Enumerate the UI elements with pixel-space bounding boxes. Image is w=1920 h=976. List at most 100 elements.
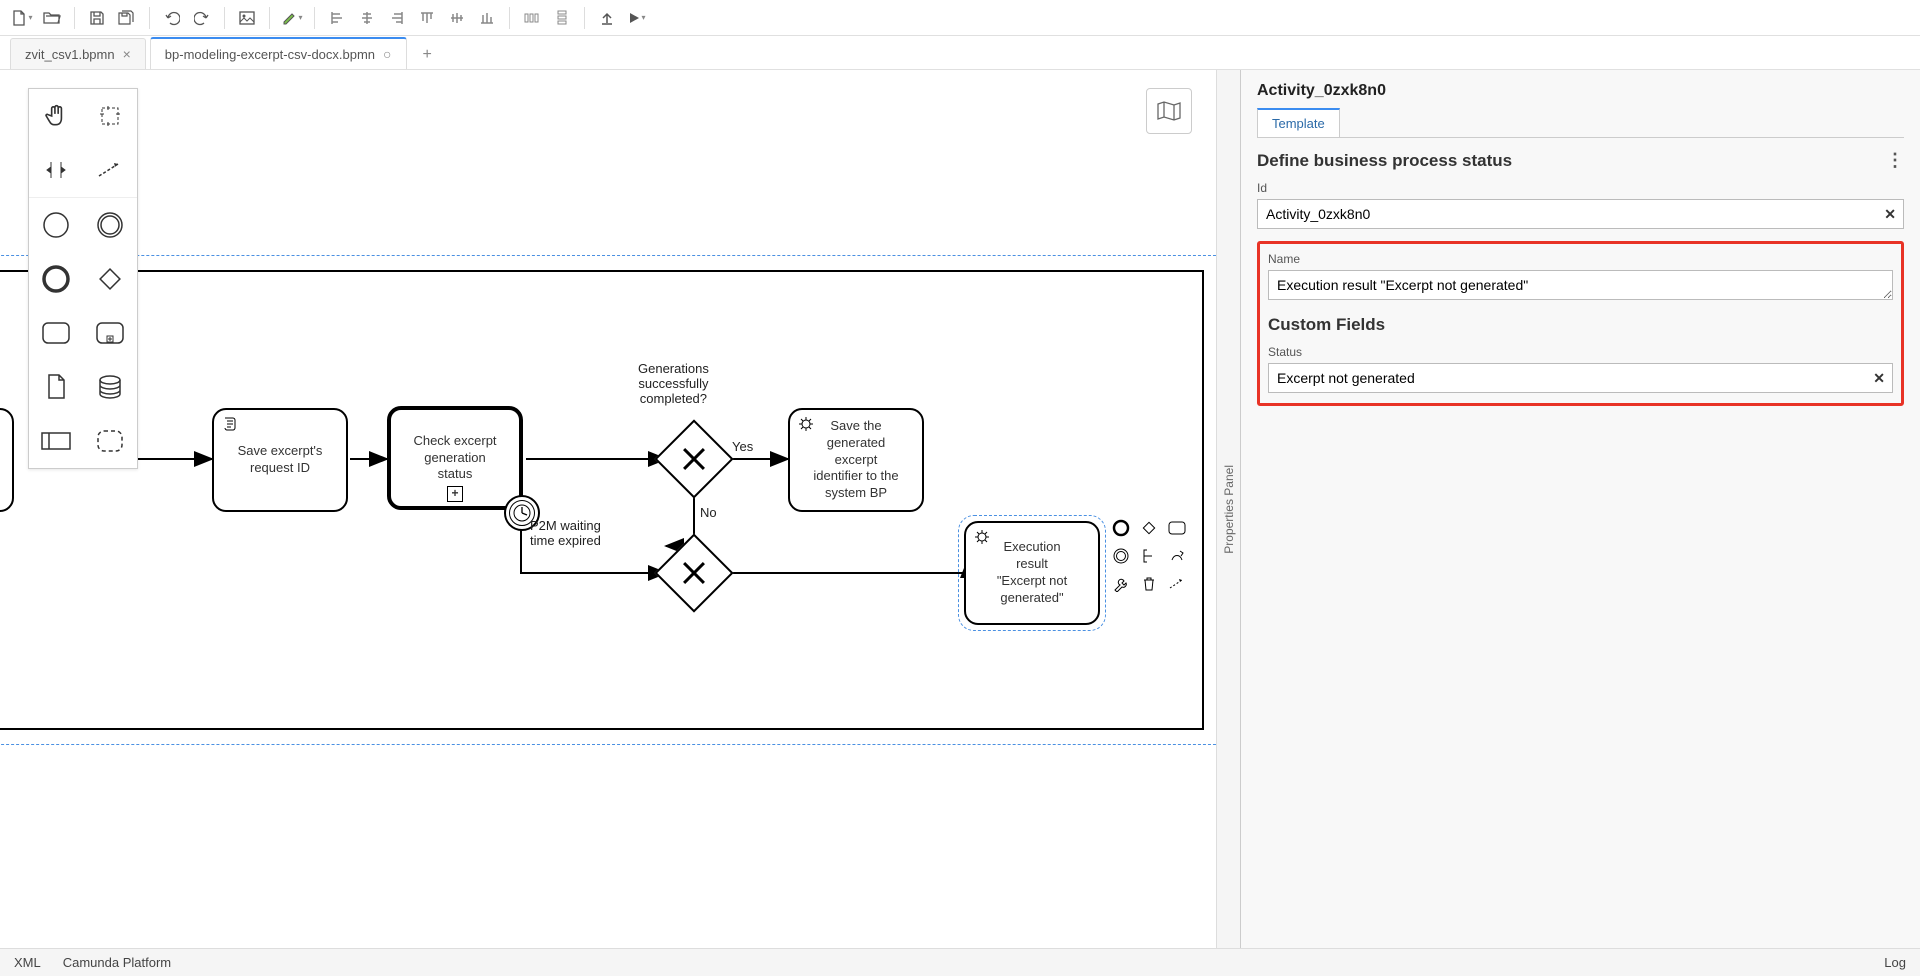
- context-pad: [1110, 517, 1192, 595]
- task-tool[interactable]: [29, 306, 83, 360]
- separator: [74, 7, 75, 29]
- clear-id-icon[interactable]: ✕: [1884, 206, 1896, 223]
- align-top-button[interactable]: [413, 4, 441, 32]
- data-object-tool[interactable]: [29, 360, 83, 414]
- save-button[interactable]: [83, 4, 111, 32]
- wrench-icon[interactable]: [1110, 573, 1132, 595]
- timer-label: P2M waiting time expired: [530, 518, 601, 548]
- name-label: Name: [1268, 252, 1893, 266]
- subprocess-tool[interactable]: [83, 306, 137, 360]
- separator: [584, 7, 585, 29]
- file-tab-2[interactable]: bp-modeling-excerpt-csv-docx.bpmn ○: [150, 37, 407, 69]
- append-gateway-icon[interactable]: [1138, 517, 1160, 539]
- task-execution-result-selected[interactable]: Execution result "Excerpt not generated": [964, 521, 1100, 625]
- distribute-v-button[interactable]: [548, 4, 576, 32]
- add-tab-button[interactable]: +: [411, 41, 444, 69]
- highlighted-section: Name Custom Fields Status ✕: [1257, 241, 1904, 406]
- properties-panel: Activity_0zxk8n0 Template Define busines…: [1240, 70, 1920, 948]
- distribute-h-button[interactable]: [518, 4, 546, 32]
- align-center-h-button[interactable]: [353, 4, 381, 32]
- toggle-label: Properties Panel: [1222, 465, 1236, 554]
- hand-tool[interactable]: [29, 89, 83, 143]
- id-input[interactable]: [1257, 199, 1904, 229]
- open-file-button[interactable]: [38, 4, 66, 32]
- undo-button[interactable]: [158, 4, 186, 32]
- align-right-button[interactable]: [383, 4, 411, 32]
- task-save-request-id[interactable]: Save excerpt's request ID: [212, 408, 348, 512]
- service-icon: [798, 416, 814, 437]
- diagram: Save excerpt's request ID Check excerpt …: [0, 255, 1216, 735]
- align-center-v-button[interactable]: [443, 4, 471, 32]
- deploy-button[interactable]: [593, 4, 621, 32]
- template-tab[interactable]: Template: [1257, 108, 1340, 137]
- separator: [224, 7, 225, 29]
- file-tabstrip: zvit_csv1.bpmn × bp-modeling-excerpt-csv…: [0, 36, 1920, 70]
- diagram-canvas[interactable]: Save excerpt's request ID Check excerpt …: [0, 70, 1216, 948]
- separator: [269, 7, 270, 29]
- name-input[interactable]: [1268, 270, 1893, 300]
- group-menu-icon[interactable]: ⋮: [1886, 150, 1904, 171]
- status-input[interactable]: [1268, 363, 1893, 393]
- task-save-generated-id[interactable]: Save the generated excerpt identifier to…: [788, 408, 924, 512]
- task-label: Save the generated excerpt identifier to…: [813, 418, 898, 502]
- append-end-event-icon[interactable]: [1110, 517, 1132, 539]
- delete-icon[interactable]: [1138, 573, 1160, 595]
- yes-label: Yes: [732, 439, 753, 454]
- new-file-button[interactable]: ▾: [8, 4, 36, 32]
- annotation-icon[interactable]: [1138, 545, 1160, 567]
- task-label: Save excerpt's request ID: [238, 443, 323, 477]
- dirty-indicator-icon: ○: [383, 46, 391, 62]
- save-all-button[interactable]: [113, 4, 141, 32]
- pool[interactable]: [0, 270, 1204, 730]
- color-button[interactable]: ▾: [278, 4, 306, 32]
- redo-button[interactable]: [188, 4, 216, 32]
- service-icon: [974, 529, 990, 550]
- task-label: Check excerpt generation status: [413, 433, 496, 484]
- file-tab-1[interactable]: zvit_csv1.bpmn ×: [10, 38, 146, 69]
- expand-marker-icon: +: [447, 486, 463, 502]
- minimap-toggle[interactable]: [1146, 88, 1192, 134]
- run-button[interactable]: ▾: [623, 4, 651, 32]
- status-xml[interactable]: XML: [14, 955, 41, 970]
- separator: [509, 7, 510, 29]
- gateway-tool[interactable]: [83, 252, 137, 306]
- gateway-question-label: Generations successfully completed?: [638, 361, 709, 406]
- append-intermediate-event-icon[interactable]: [1110, 545, 1132, 567]
- align-bottom-button[interactable]: [473, 4, 501, 32]
- connect-icon[interactable]: [1166, 573, 1188, 595]
- status-platform[interactable]: Camunda Platform: [63, 955, 171, 970]
- connect-tool[interactable]: [83, 143, 137, 197]
- tab-label: bp-modeling-excerpt-csv-docx.bpmn: [165, 47, 375, 62]
- group-tool[interactable]: [83, 414, 137, 468]
- append-task-icon[interactable]: [1166, 517, 1188, 539]
- element-palette: [28, 88, 138, 469]
- status-log[interactable]: Log: [1884, 955, 1906, 970]
- task-check-generation-status[interactable]: Check excerpt generation status +: [387, 406, 523, 510]
- tab-label: zvit_csv1.bpmn: [25, 47, 115, 62]
- space-tool[interactable]: [29, 143, 83, 197]
- separator: [149, 7, 150, 29]
- close-icon[interactable]: ×: [123, 46, 131, 62]
- align-left-button[interactable]: [323, 4, 351, 32]
- separator: [314, 7, 315, 29]
- end-event-tool[interactable]: [29, 252, 83, 306]
- properties-panel-toggle[interactable]: Properties Panel: [1216, 70, 1240, 948]
- pool-tool[interactable]: [29, 414, 83, 468]
- task-offscreen[interactable]: [0, 408, 14, 512]
- start-event-tool[interactable]: [29, 198, 83, 252]
- image-button[interactable]: [233, 4, 261, 32]
- main-area: Save excerpt's request ID Check excerpt …: [0, 70, 1920, 948]
- group-title: Define business process status: [1257, 151, 1512, 171]
- data-store-tool[interactable]: [83, 360, 137, 414]
- clear-status-icon[interactable]: ✕: [1873, 370, 1885, 387]
- intermediate-event-tool[interactable]: [83, 198, 137, 252]
- change-type-icon[interactable]: [1166, 545, 1188, 567]
- status-label: Status: [1268, 345, 1893, 359]
- custom-fields-title: Custom Fields: [1268, 315, 1385, 335]
- script-icon: [222, 416, 238, 437]
- lasso-tool[interactable]: [83, 89, 137, 143]
- id-label: Id: [1257, 181, 1904, 195]
- status-bar: XML Camunda Platform Log: [0, 948, 1920, 976]
- task-label: Execution result "Excerpt not generated": [997, 539, 1067, 607]
- no-label: No: [700, 505, 717, 520]
